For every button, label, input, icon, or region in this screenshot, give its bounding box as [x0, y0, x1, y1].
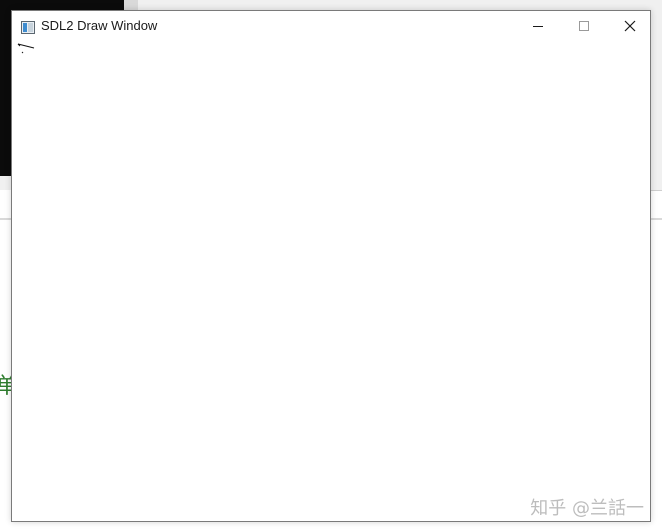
title-bar[interactable]: SDL2 Draw Window: [12, 11, 650, 41]
minimize-icon: [533, 26, 543, 27]
background-right-divider: [651, 190, 662, 191]
maximize-icon: [579, 21, 589, 31]
minimize-button[interactable]: [515, 11, 561, 41]
close-icon: [624, 20, 636, 32]
drawn-stroke: [17, 43, 35, 54]
app-window-icon: [21, 19, 35, 34]
maximize-button[interactable]: [561, 11, 607, 41]
close-button[interactable]: [607, 11, 653, 41]
window-title: SDL2 Draw Window: [41, 18, 158, 33]
sdl-draw-window[interactable]: SDL2 Draw Window: [11, 10, 651, 522]
zhihu-watermark: 知乎 @兰話一: [530, 498, 644, 519]
drawing-canvas[interactable]: [12, 41, 650, 521]
